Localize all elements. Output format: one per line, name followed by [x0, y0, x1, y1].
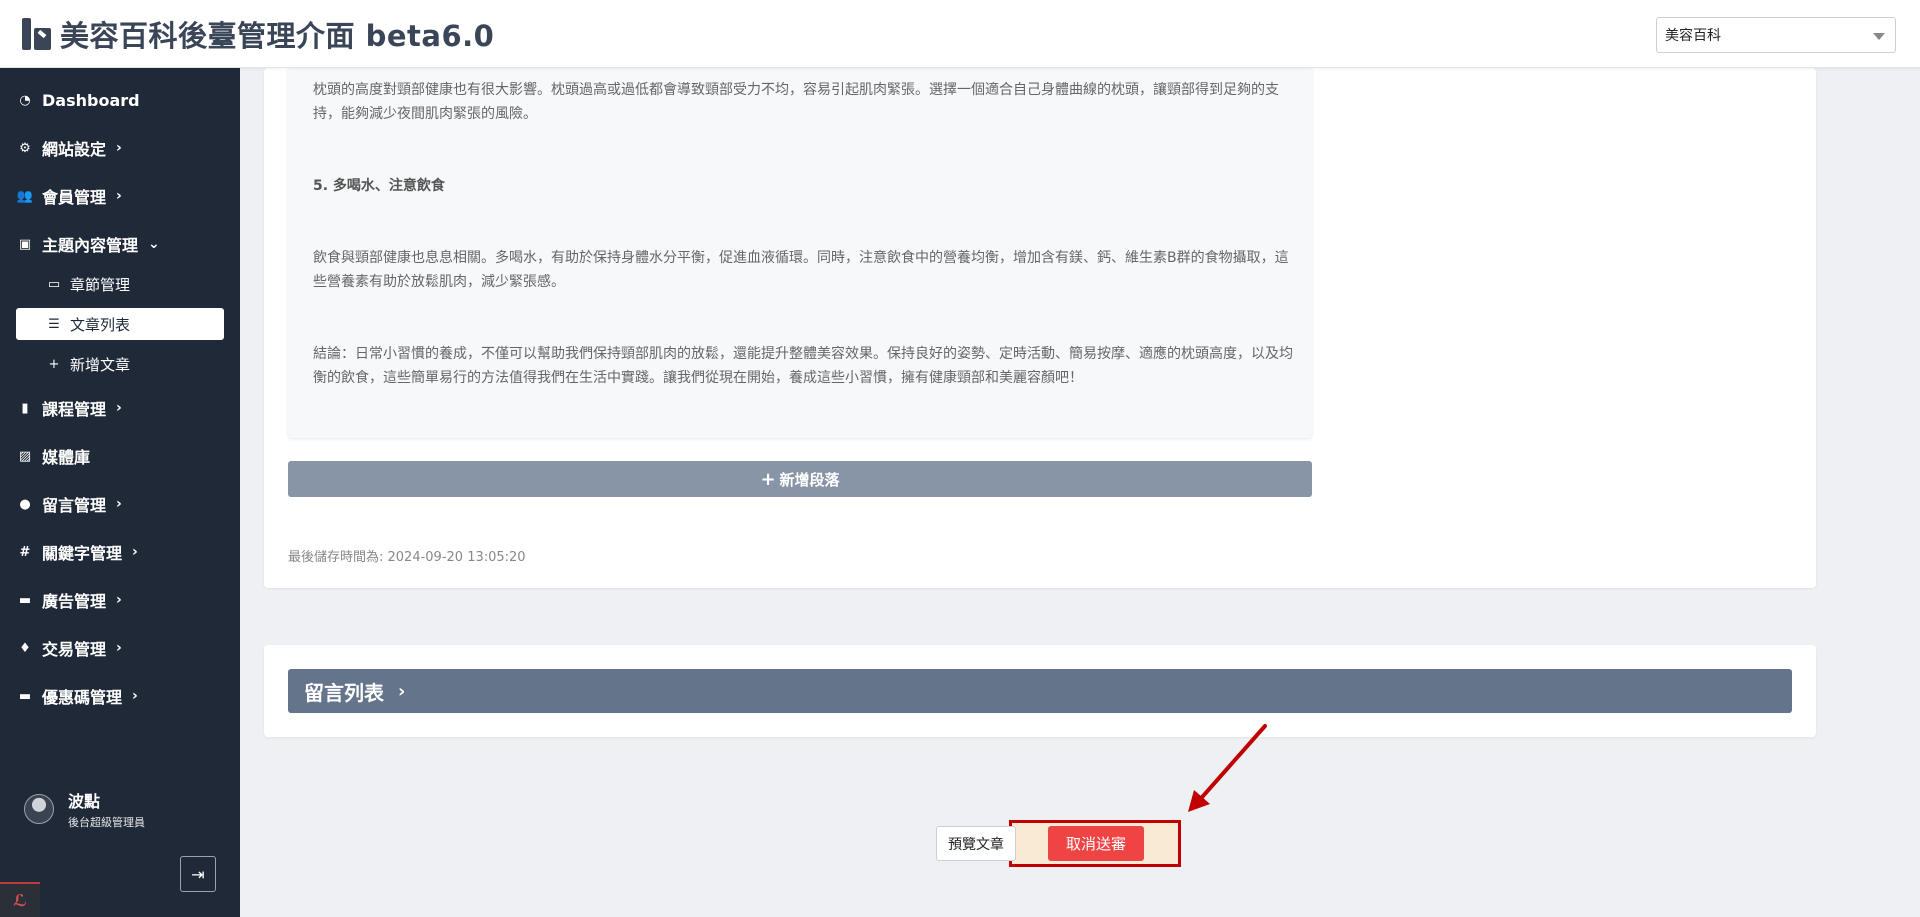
sidebar-item-coupons[interactable]: ▬ 優惠碼管理 ›: [0, 679, 240, 713]
chevron-right-icon: ›: [132, 688, 138, 704]
users-icon: 👥: [16, 188, 34, 204]
app-title: 美容百科後臺管理介面 beta6.0: [22, 14, 494, 54]
gear-icon: ⚙: [19, 140, 31, 156]
user-name: 波點: [68, 792, 101, 811]
sidebar-subitem-chapters[interactable]: ▭ 章節管理: [16, 268, 224, 300]
sidebar-item-label: 課程管理: [42, 400, 107, 419]
sidebar-subitem-label: 文章列表: [70, 315, 131, 334]
sidebar-subitem-new-article[interactable]: + 新增文章: [16, 348, 224, 380]
sidebar-item-label: 留言管理: [42, 496, 107, 515]
comments-list-label: 留言列表: [304, 680, 384, 705]
add-paragraph-label: 新增段落: [779, 470, 840, 489]
hash-icon: #: [19, 544, 31, 560]
sidebar-item-label: 優惠碼管理: [42, 688, 123, 707]
sidebar-item-comments[interactable]: ● 留言管理 ›: [0, 487, 240, 521]
sidebar-item-site-settings[interactable]: ⚙ 網站設定 ›: [0, 131, 240, 165]
sidebar: ◔ Dashboard ⚙ 網站設定 › 👥 會員管理 › ▣ 主題內容管理 ⌄…: [0, 68, 240, 917]
top-header: 美容百科後臺管理介面 beta6.0 美容百科: [0, 0, 1920, 68]
sidebar-item-label: 網站設定: [42, 140, 107, 159]
chevron-right-icon: ›: [132, 544, 138, 560]
chevron-down-icon: [1873, 33, 1885, 40]
comment-icon: ●: [19, 496, 31, 512]
logo-icon: [22, 18, 52, 50]
annotation-arrow-icon: [1188, 724, 1267, 812]
sidebar-item-label: 關鍵字管理: [42, 544, 123, 563]
plus-icon: +: [48, 356, 60, 372]
chevron-right-icon: ›: [116, 188, 122, 204]
chevron-right-icon: ›: [398, 680, 406, 702]
chevron-down-icon: ⌄: [148, 236, 160, 252]
sidebar-item-content[interactable]: ▣ 主題內容管理 ⌄: [0, 227, 240, 261]
sidebar-item-label: 會員管理: [42, 188, 107, 207]
chevron-right-icon: ›: [116, 640, 122, 656]
last-saved-time: 最後儲存時間為: 2024-09-20 13:05:20: [288, 550, 526, 565]
user-profile: 波點 後台超級管理員: [24, 788, 145, 830]
avatar[interactable]: [24, 794, 54, 824]
paragraph-text: 結論：日常小習慣的養成，不僅可以幫助我們保持頸部肌肉的放鬆，還能提升整體美容效果…: [313, 346, 1293, 386]
sidebar-item-courses[interactable]: ▮ 課程管理 ›: [0, 391, 240, 425]
sidebar-item-label: 廣告管理: [42, 592, 107, 611]
chapter-icon: ▭: [47, 276, 61, 292]
paragraph-text: 枕頭的高度對頸部健康也有很大影響。枕頭過高或過低都會導致頸部受力不均，容易引起肌…: [313, 82, 1279, 122]
course-book-icon: ▮: [21, 400, 29, 416]
preview-article-button[interactable]: 預覽文章: [936, 826, 1016, 861]
sidebar-item-label: 媒體庫: [42, 448, 91, 467]
chevron-right-icon: ›: [116, 400, 122, 416]
chevron-right-icon: ›: [116, 496, 122, 512]
book-icon: ▣: [18, 236, 32, 252]
sidebar-item-dashboard[interactable]: ◔ Dashboard: [0, 83, 240, 117]
logout-icon: ⇥: [191, 864, 205, 884]
sidebar-item-media[interactable]: ▨ 媒體庫: [0, 439, 240, 473]
sidebar-item-ads[interactable]: ▬ 廣告管理 ›: [0, 583, 240, 617]
app-title-text: 美容百科後臺管理介面 beta6.0: [60, 19, 495, 53]
sidebar-item-label: 主題內容管理: [42, 236, 139, 255]
sidebar-subitem-article-list[interactable]: ☰ 文章列表: [16, 308, 224, 340]
ad-icon: ▬: [18, 592, 32, 608]
sidebar-item-members[interactable]: 👥 會員管理 ›: [0, 179, 240, 213]
dashboard-icon: ◔: [19, 92, 31, 108]
ticket-icon: ▬: [18, 688, 32, 704]
add-paragraph-button[interactable]: + 新增段落: [288, 461, 1312, 497]
framework-logo-icon: ℒ: [0, 882, 40, 917]
comments-list-toggle[interactable]: 留言列表 ›: [288, 669, 1792, 713]
plus-icon: +: [760, 468, 776, 490]
list-icon: ☰: [48, 316, 60, 332]
paragraph-heading: 5. 多喝水、注意飲食: [313, 178, 445, 194]
sidebar-subitem-label: 章節管理: [70, 275, 131, 294]
sidebar-item-transactions[interactable]: ♦ 交易管理 ›: [0, 631, 240, 665]
cancel-review-button[interactable]: 取消送審: [1048, 826, 1144, 861]
sidebar-item-label: Dashboard: [42, 90, 140, 110]
sidebar-item-label: 交易管理: [42, 640, 107, 659]
user-role: 後台超級管理員: [68, 816, 145, 829]
site-select-value: 美容百科: [1665, 28, 1721, 44]
chevron-right-icon: ›: [116, 140, 122, 156]
chevron-right-icon: ›: [116, 592, 122, 608]
images-icon: ▨: [18, 448, 32, 464]
site-select[interactable]: 美容百科: [1656, 17, 1896, 53]
money-bag-icon: ♦: [19, 640, 31, 656]
paragraph-text: 飲食與頸部健康也息息相關。多喝水，有助於保持身體水分平衡，促進血液循環。同時，注…: [313, 250, 1289, 290]
sidebar-item-keywords[interactable]: # 關鍵字管理 ›: [0, 535, 240, 569]
sidebar-subitem-label: 新增文章: [70, 355, 131, 374]
logout-button[interactable]: ⇥: [180, 856, 216, 892]
